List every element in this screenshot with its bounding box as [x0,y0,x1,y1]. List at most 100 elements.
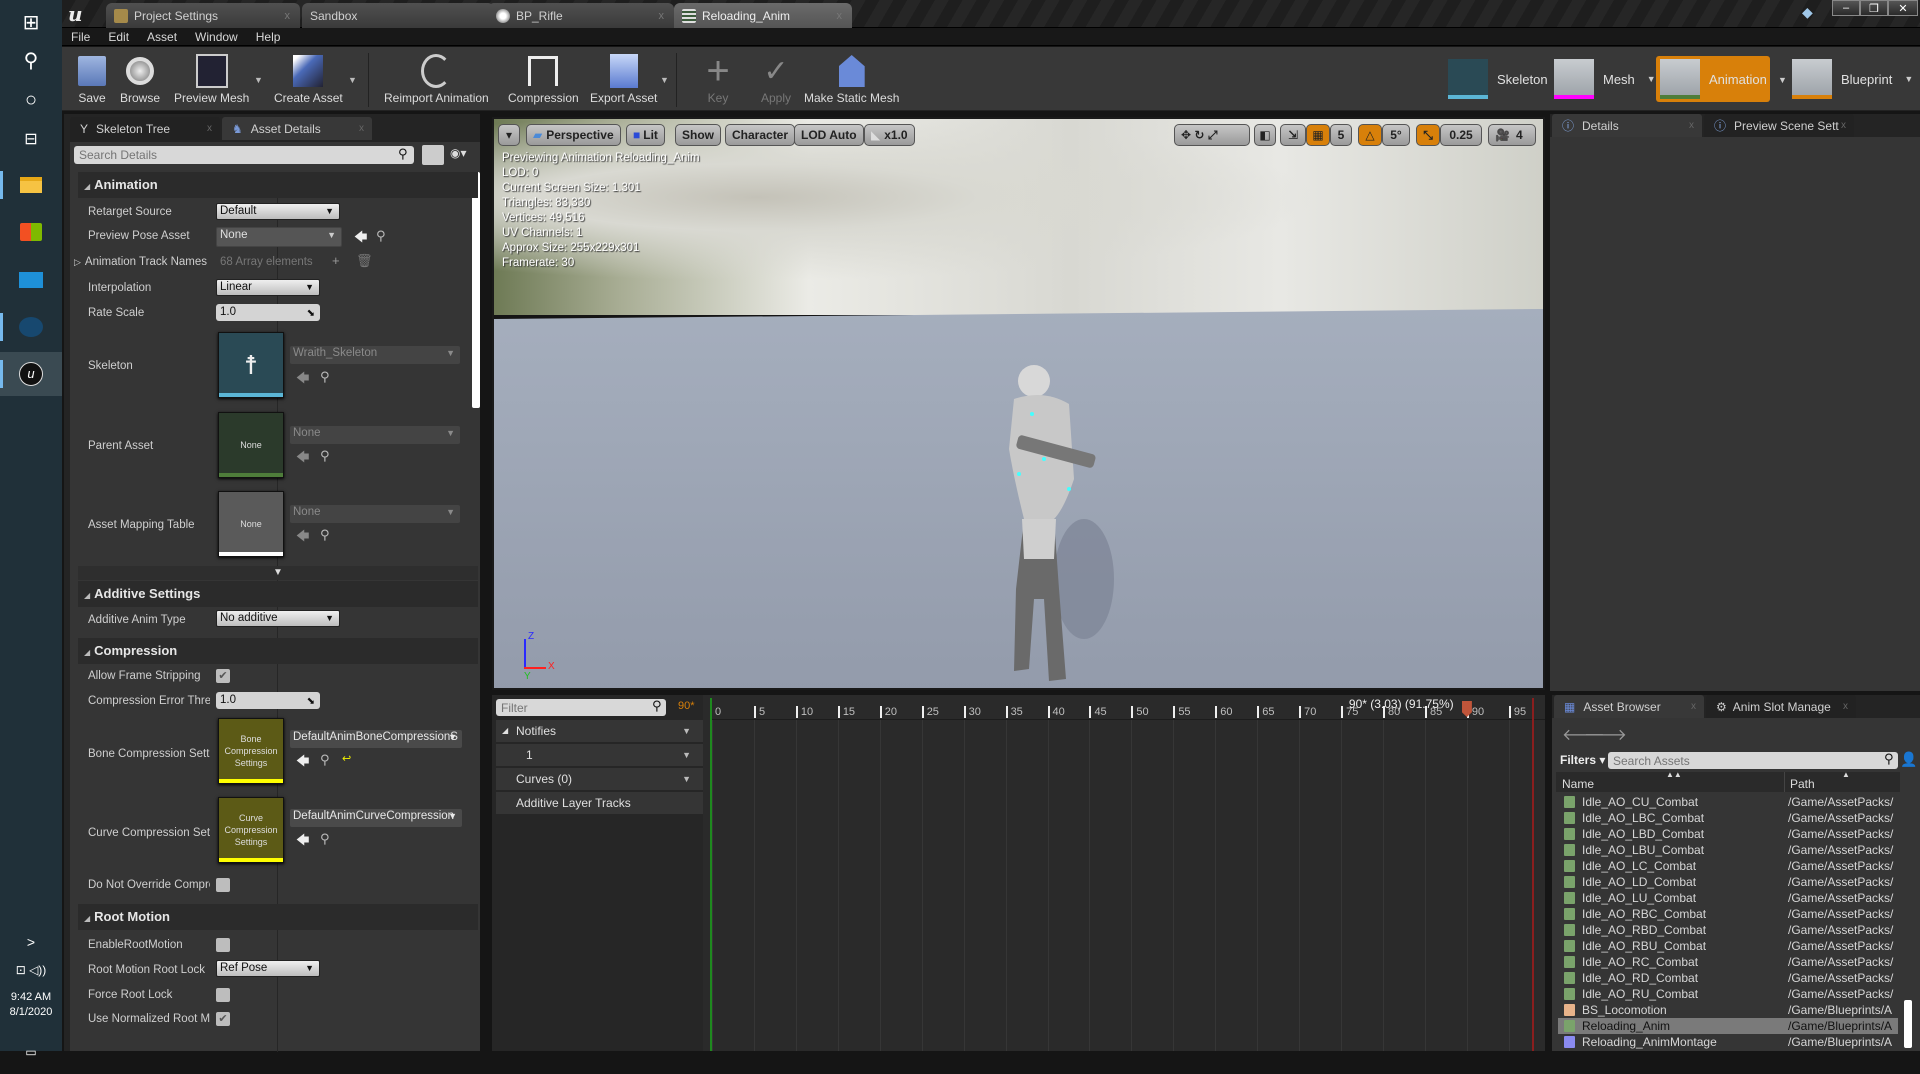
scale-snap-icon[interactable]: ⤡ [1416,124,1440,146]
asset-row[interactable]: Idle_AO_RU_Combat/Game/AssetPacks/ [1558,986,1898,1002]
asset-row[interactable]: Idle_AO_LD_Combat/Game/AssetPacks/ [1558,874,1898,890]
track-curves[interactable]: Curves (0) ▼ [496,768,703,790]
menu-edit[interactable]: Edit [99,30,138,44]
viewport-options-button[interactable]: ▾ [498,124,520,146]
forward-arrow-icon[interactable]: 🡒 [1584,724,1627,745]
menu-help[interactable]: Help [247,30,290,44]
menu-asset[interactable]: Asset [138,30,186,44]
category-compression[interactable]: ◢ Compression [78,638,478,664]
browse-search-icon[interactable]: ⚲ [320,448,330,464]
tab-skeleton-tree[interactable]: Y Skeleton Tree x [70,117,220,140]
apply-button[interactable]: ✓ Apply [756,51,796,109]
lit-button[interactable]: ■ Lit [626,124,665,146]
cortana-icon[interactable]: ○ [0,78,62,122]
browse-search-icon[interactable]: ⚲ [320,369,330,385]
animation-mode-dropdown-icon[interactable]: ▼ [1778,75,1787,85]
enable-root-motion-checkbox[interactable] [216,938,230,952]
browse-search-icon[interactable]: ⚲ [320,527,330,543]
close-icon[interactable]: x [659,10,665,22]
camera-speed-button[interactable]: 🎥 4 [1488,124,1536,146]
playback-speed-button[interactable]: ◣ x1.0 [864,124,915,146]
chevron-down-icon[interactable]: ▼ [1647,74,1656,84]
rotation-snap-icon[interactable]: △ [1358,124,1382,146]
allow-frame-stripping-checkbox[interactable]: ✔ [216,669,230,683]
preview-pose-asset-combo[interactable]: None ▼ [216,227,342,247]
animation-track-names-label[interactable]: ▷ Animation Track Names [74,256,214,268]
parent-asset-thumbnail[interactable]: None [218,412,284,478]
use-selected-arrow-icon[interactable]: 🡄 [296,448,309,470]
character-button[interactable]: Character [725,124,796,146]
search-icon[interactable]: ⚲ [0,38,62,82]
rotation-snap-value[interactable]: 5° [1382,124,1410,146]
asset-row[interactable]: Idle_AO_RC_Combat/Game/AssetPacks/ [1558,954,1898,970]
tab-details[interactable]: ⓘ Details x [1552,114,1702,137]
close-icon[interactable]: x [837,10,843,22]
menu-file[interactable]: File [62,30,99,44]
mode-animation[interactable]: Animation [1656,56,1770,102]
close-window-button[interactable]: ✕ [1888,0,1918,16]
asset-row[interactable]: Idle_AO_RD_Combat/Game/AssetPacks/ [1558,970,1898,986]
create-asset-button[interactable]: Create Asset [274,51,343,109]
close-icon[interactable]: x [1841,120,1846,131]
details-scrollbar[interactable] [472,172,480,408]
mode-blueprint[interactable]: Blueprint ▼ [1792,56,1913,102]
close-icon[interactable]: x [1689,120,1694,131]
asset-row[interactable]: Idle_AO_RBU_Combat/Game/AssetPacks/ [1558,938,1898,954]
notification-icon[interactable]: ▭ [0,1030,62,1074]
search-assets-input[interactable] [1608,752,1898,769]
compression-button[interactable]: Compression [508,51,579,109]
preview-mesh-button[interactable]: Preview Mesh [174,51,249,109]
show-advanced-icon[interactable]: ▼ [78,566,478,580]
microsoft-store-icon[interactable] [0,210,62,254]
grid-snap-value[interactable]: 5 [1330,124,1352,146]
mail-icon[interactable] [0,258,62,302]
menu-window[interactable]: Window [186,30,247,44]
bone-compression-combo[interactable]: DefaultAnimBoneCompressionS ▼ [290,730,462,748]
tab-reloading-anim[interactable]: Reloading_Anim x [674,3,852,28]
asset-mapping-thumbnail[interactable]: None [218,491,284,557]
asset-row[interactable]: Idle_AO_CU_Combat/Game/AssetPacks/ [1558,794,1898,810]
track-notify-1[interactable]: 1 ▼ [496,744,703,766]
unreal-engine-icon[interactable]: u [0,352,62,396]
additive-anim-type-combo[interactable]: No additive ▼ [216,610,340,627]
surface-snap-icon[interactable]: ⇲ [1280,124,1306,146]
compression-error-threshold-input[interactable]: 1.0 ⬊ [216,692,320,709]
mode-skeleton[interactable]: Skeleton [1448,56,1548,102]
tutorial-icon[interactable]: ◆ [1802,4,1813,21]
skeleton-asset-thumbnail[interactable]: ☨ [218,332,284,398]
asset-row[interactable]: BS_Locomotion/Game/Blueprints/A [1558,1002,1898,1018]
column-path[interactable]: Path [1790,777,1815,791]
interpolation-combo[interactable]: Linear ▼ [216,279,320,296]
tab-anim-slot-manager[interactable]: ⚙ Anim Slot Manage x [1706,695,1856,718]
network-volume-icon[interactable]: ⊡ ◁)) [0,948,62,992]
browse-search-icon[interactable]: ⚲ [320,831,330,847]
use-normalized-root-motion-checkbox[interactable]: ✔ [216,1012,230,1026]
user-filter-icon[interactable]: 👤 [1900,751,1917,768]
browse-button[interactable]: Browse [120,51,160,109]
make-static-mesh-button[interactable]: Make Static Mesh [804,51,899,109]
asset-row[interactable]: Idle_AO_LBC_Combat/Game/AssetPacks/ [1558,810,1898,826]
tab-asset-details[interactable]: ♞ Asset Details x [222,117,372,140]
steam-icon[interactable] [0,305,62,349]
asset-mapping-combo[interactable]: None ▼ [290,505,460,523]
category-root-motion[interactable]: ◢ Root Motion [78,904,478,930]
track-notifies[interactable]: ◢ Notifies ▼ [496,720,703,742]
export-asset-dropdown-icon[interactable]: ▼ [660,75,669,85]
close-icon[interactable]: x [207,123,212,134]
parent-asset-combo[interactable]: None ▼ [290,426,460,444]
file-explorer-icon[interactable] [0,163,62,207]
force-root-lock-checkbox[interactable] [216,988,230,1002]
lod-button[interactable]: LOD Auto [794,124,864,146]
perspective-button[interactable]: ▰ Perspective [526,124,621,146]
tab-asset-browser[interactable]: ▦ Asset Browser x [1554,695,1704,718]
bone-compression-thumbnail[interactable]: Bone Compression Settings [218,718,284,784]
restore-button[interactable]: ❐ [1860,0,1888,16]
scale-snap-value[interactable]: 0.25 [1440,124,1482,146]
task-view-icon[interactable]: ⊟ [0,117,62,161]
tab-preview-scene-settings[interactable]: ⓘ Preview Scene Sett x [1704,114,1854,137]
close-icon[interactable]: x [285,10,291,22]
transform-tools-group[interactable]: ✥ ↻ ⤢ [1174,124,1250,146]
reset-to-default-icon[interactable]: ↩ [342,752,351,765]
clock-time[interactable]: 9:42 AM [0,990,62,1005]
track-filter-input[interactable] [496,699,666,716]
